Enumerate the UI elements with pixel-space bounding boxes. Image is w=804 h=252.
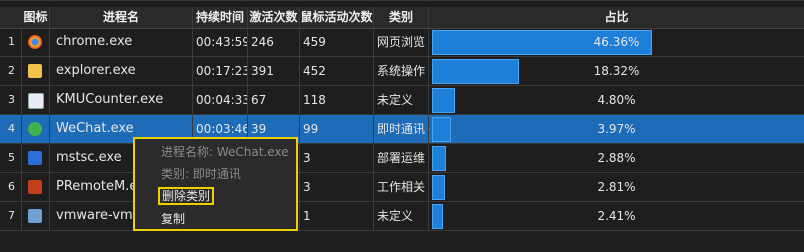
row-index: 6 (0, 173, 22, 201)
document-icon (28, 93, 44, 109)
table-row[interactable]: 5 mstsc.exe 3 部署运维 2.88% (0, 144, 804, 173)
remote-desktop-icon (28, 151, 42, 165)
ratio-percent: 46.36% (593, 35, 640, 49)
row-index: 4 (0, 115, 22, 143)
row-index: 3 (0, 86, 22, 114)
ratio-cell: 2.41% (429, 202, 804, 230)
icon-cell (22, 57, 50, 85)
table-row[interactable]: 7 vmware-vmx.exe 1 未定义 2.41% (0, 202, 804, 231)
ratio-cell: 46.36% (429, 28, 804, 56)
table-header: 图标 进程名 持续时间 激活次数 鼠标活动次数 类别 占比 (0, 7, 804, 29)
ratio-percent: 2.81% (597, 180, 636, 194)
header-duration[interactable]: 持续时间 (193, 7, 248, 28)
mouse-activity: 3 (300, 173, 374, 201)
category: 部署运维 (374, 144, 429, 172)
mouse-activity: 452 (300, 57, 374, 85)
header-ratio[interactable]: 占比 (429, 7, 804, 28)
row-index: 5 (0, 144, 22, 172)
duration: 00:17:23 (193, 57, 248, 85)
category: 即时通讯 (374, 115, 429, 143)
table-row[interactable]: 4 WeChat.exe 00:03:46 39 99 即时通讯 3.97% (0, 115, 804, 144)
header-category[interactable]: 类别 (374, 7, 429, 28)
wechat-icon (28, 122, 42, 136)
category: 未定义 (374, 86, 429, 114)
icon-cell (22, 86, 50, 114)
activations: 391 (248, 57, 300, 85)
table-row[interactable]: 1 chrome.exe 00:43:59 246 459 网页浏览 46.36% (0, 28, 804, 57)
ratio-cell: 18.32% (429, 57, 804, 85)
table-row[interactable]: 6 PRemoteM.exe 3 工作相关 2.81% (0, 173, 804, 202)
icon-cell (22, 28, 50, 56)
chrome-icon (28, 35, 42, 49)
header-activations[interactable]: 激活次数 (248, 7, 300, 28)
icon-cell (22, 115, 50, 143)
mouse-activity: 3 (300, 144, 374, 172)
mouse-activity: 99 (300, 115, 374, 143)
row-index: 7 (0, 202, 22, 230)
header-mouse[interactable]: 鼠标活动次数 (300, 7, 374, 28)
activations: 246 (248, 28, 300, 56)
vmware-icon (28, 209, 42, 223)
process-name: explorer.exe (50, 57, 193, 85)
process-name: KMUCounter.exe (50, 86, 193, 114)
mouse-activity: 459 (300, 28, 374, 56)
ratio-cell: 2.88% (429, 144, 804, 172)
ratio-percent: 3.97% (597, 122, 636, 136)
activations: 67 (248, 86, 300, 114)
menu-copy[interactable]: 复制 (161, 210, 185, 227)
row-index: 1 (0, 28, 22, 56)
menu-category: 类别: 即时通讯 (161, 167, 241, 181)
menu-process-name: 进程名称: WeChat.exe (161, 145, 289, 159)
duration: 00:43:59 (193, 28, 248, 56)
table-row[interactable]: 2 explorer.exe 00:17:23 391 452 系统操作 18.32% (0, 57, 804, 86)
powerpoint-icon (28, 180, 42, 194)
ratio-cell: 4.80% (429, 86, 804, 114)
row-index: 2 (0, 57, 22, 85)
folder-icon (28, 64, 42, 78)
mouse-activity: 1 (300, 202, 374, 230)
ratio-cell: 2.81% (429, 173, 804, 201)
icon-cell (22, 173, 50, 201)
mouse-activity: 118 (300, 86, 374, 114)
header-name[interactable]: 进程名 (50, 7, 193, 28)
ratio-percent: 2.41% (597, 209, 636, 223)
ratio-cell: 3.97% (429, 115, 804, 143)
icon-cell (22, 144, 50, 172)
header-icon[interactable]: 图标 (22, 7, 50, 28)
table-row[interactable]: 3 KMUCounter.exe 00:04:33 67 118 未定义 4.80% (0, 86, 804, 115)
duration: 00:04:33 (193, 86, 248, 114)
ratio-percent: 18.32% (593, 64, 640, 78)
category: 工作相关 (374, 173, 429, 201)
process-name: chrome.exe (50, 28, 193, 56)
menu-delete-category[interactable]: 删除类别 (158, 187, 215, 205)
category: 系统操作 (374, 57, 429, 85)
process-table: 图标 进程名 持续时间 激活次数 鼠标活动次数 类别 占比 1 chrome.ex… (0, 0, 804, 252)
ratio-percent: 4.80% (597, 93, 636, 107)
ratio-percent: 2.88% (597, 151, 636, 165)
context-menu: 进程名称: WeChat.exe 类别: 即时通讯 删除类别 复制 (133, 137, 298, 231)
category: 网页浏览 (374, 28, 429, 56)
category: 未定义 (374, 202, 429, 230)
icon-cell (22, 202, 50, 230)
